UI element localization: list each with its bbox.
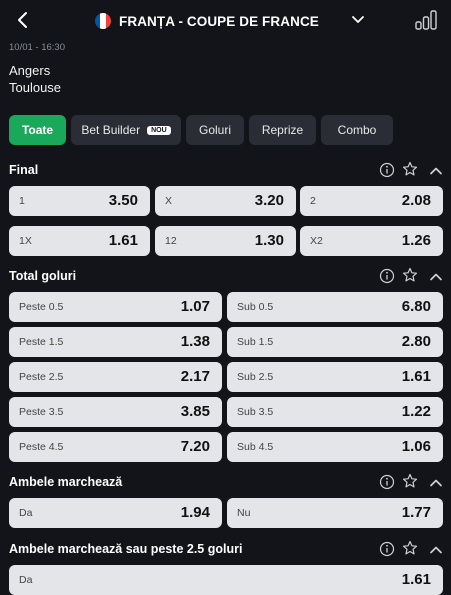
- stats-bars-icon[interactable]: [414, 9, 438, 31]
- odd-button[interactable]: X 3.20: [155, 186, 296, 216]
- away-team: Toulouse: [9, 80, 62, 95]
- odd-button[interactable]: 1X 1.61: [9, 226, 150, 256]
- odd-button[interactable]: Sub 4.5 1.06: [227, 432, 443, 462]
- tab-combo[interactable]: Combo: [321, 115, 393, 145]
- market-header-btts-over[interactable]: Ambele marchează sau peste 2.5 goluri: [9, 539, 443, 559]
- top-bar: FRANȚA - COUPE DE FRANCE: [0, 0, 451, 40]
- odd-button[interactable]: Peste 0.5 1.07: [9, 292, 222, 322]
- odd-value: 3.20: [254, 192, 284, 209]
- market-title: Final: [9, 163, 39, 177]
- info-icon[interactable]: [379, 474, 395, 490]
- odd-value: 3.85: [180, 403, 210, 420]
- odd-label: Da: [19, 507, 33, 519]
- odd-value: 6.80: [401, 298, 431, 315]
- odd-button[interactable]: Peste 3.5 3.85: [9, 397, 222, 427]
- chevron-up-icon[interactable]: [428, 163, 444, 179]
- odd-value: 1.30: [254, 232, 284, 249]
- odd-button[interactable]: 1 3.50: [9, 186, 150, 216]
- odd-label: Peste 0.5: [19, 301, 64, 313]
- odd-label: 1: [19, 195, 25, 207]
- tab-bet-builder[interactable]: Bet Builder NOU: [71, 115, 181, 145]
- odd-button[interactable]: Da 1.94: [9, 498, 222, 528]
- france-flag-icon: [95, 13, 111, 29]
- odd-value: 1.22: [401, 403, 431, 420]
- odd-button[interactable]: Sub 1.5 2.80: [227, 327, 443, 357]
- odd-value: 2.17: [180, 368, 210, 385]
- chevron-down-icon[interactable]: [350, 12, 366, 28]
- competition-header[interactable]: FRANȚA - COUPE DE FRANCE: [95, 11, 319, 31]
- star-favorite-icon[interactable]: [402, 267, 418, 283]
- odd-label: Nu: [237, 507, 251, 519]
- chevron-up-icon[interactable]: [428, 475, 444, 491]
- competition-title: FRANȚA - COUPE DE FRANCE: [119, 13, 319, 29]
- odd-value: 1.07: [180, 298, 210, 315]
- odd-label: Sub 4.5: [237, 441, 274, 453]
- match-datetime: 10/01 - 16:30: [9, 42, 65, 53]
- tab-toate[interactable]: Toate: [9, 115, 66, 145]
- odd-button[interactable]: Nu 1.77: [227, 498, 443, 528]
- odd-button[interactable]: Da 1.61: [9, 565, 443, 595]
- odd-label: Peste 4.5: [19, 441, 64, 453]
- home-team: Angers: [9, 63, 51, 78]
- odd-label: 1X: [19, 235, 32, 247]
- star-favorite-icon[interactable]: [402, 540, 418, 556]
- odd-label: X: [165, 195, 173, 207]
- odd-label: Peste 2.5: [19, 371, 64, 383]
- odd-value: 1.61: [401, 571, 431, 588]
- odd-button[interactable]: Sub 2.5 1.61: [227, 362, 443, 392]
- odd-button[interactable]: Peste 4.5 7.20: [9, 432, 222, 462]
- odd-button[interactable]: Peste 1.5 1.38: [9, 327, 222, 357]
- tab-label: Toate: [21, 123, 54, 137]
- star-favorite-icon[interactable]: [402, 161, 418, 177]
- market-tabs: Toate Bet Builder NOU Goluri Reprize Comb…: [9, 115, 393, 145]
- back-arrow-icon[interactable]: [14, 10, 32, 30]
- tab-reprize[interactable]: Reprize: [249, 115, 316, 145]
- tab-label: Reprize: [261, 123, 304, 137]
- new-badge: NOU: [147, 125, 171, 135]
- odd-value: 7.20: [180, 438, 210, 455]
- star-favorite-icon[interactable]: [402, 473, 418, 489]
- odd-value: 1.38: [180, 333, 210, 350]
- odd-value: 1.77: [401, 504, 431, 521]
- odd-button[interactable]: Peste 2.5 2.17: [9, 362, 222, 392]
- odd-label: 2: [310, 195, 316, 207]
- market-header-btts[interactable]: Ambele marchează: [9, 472, 443, 492]
- chevron-up-icon[interactable]: [428, 269, 444, 285]
- tab-label: Combo: [337, 123, 377, 137]
- tab-label: Bet Builder: [81, 123, 141, 137]
- odd-label: Sub 3.5: [237, 406, 274, 418]
- odd-button[interactable]: X2 1.26: [300, 226, 443, 256]
- market-title: Ambele marchează: [9, 475, 123, 489]
- odd-value: 2.08: [401, 192, 431, 209]
- chevron-up-icon[interactable]: [428, 542, 444, 558]
- odd-label: Peste 1.5: [19, 336, 64, 348]
- odd-value: 3.50: [108, 192, 138, 209]
- info-icon[interactable]: [379, 268, 395, 284]
- odd-button[interactable]: 2 2.08: [300, 186, 443, 216]
- market-header-final[interactable]: Final: [9, 160, 443, 180]
- odd-value: 1.26: [401, 232, 431, 249]
- odd-button[interactable]: Sub 0.5 6.80: [227, 292, 443, 322]
- tab-goluri[interactable]: Goluri: [186, 115, 244, 145]
- info-icon[interactable]: [379, 541, 395, 557]
- odd-label: Sub 2.5: [237, 371, 274, 383]
- market-title: Ambele marchează sau peste 2.5 goluri: [9, 542, 243, 556]
- odd-value: 1.61: [108, 232, 138, 249]
- odd-label: X2: [310, 235, 323, 247]
- odd-button[interactable]: 12 1.30: [155, 226, 296, 256]
- market-header-total[interactable]: Total goluri: [9, 266, 443, 286]
- market-title: Total goluri: [9, 269, 77, 283]
- odd-label: Sub 0.5: [237, 301, 274, 313]
- odd-label: 12: [165, 235, 177, 247]
- odd-button[interactable]: Sub 3.5 1.22: [227, 397, 443, 427]
- odd-value: 2.80: [401, 333, 431, 350]
- odd-label: Peste 3.5: [19, 406, 64, 418]
- odd-value: 1.06: [401, 438, 431, 455]
- odd-label: Sub 1.5: [237, 336, 274, 348]
- info-icon[interactable]: [379, 162, 395, 178]
- tab-label: Goluri: [198, 123, 231, 137]
- odd-value: 1.94: [180, 504, 210, 521]
- odd-label: Da: [19, 574, 33, 586]
- odd-value: 1.61: [401, 368, 431, 385]
